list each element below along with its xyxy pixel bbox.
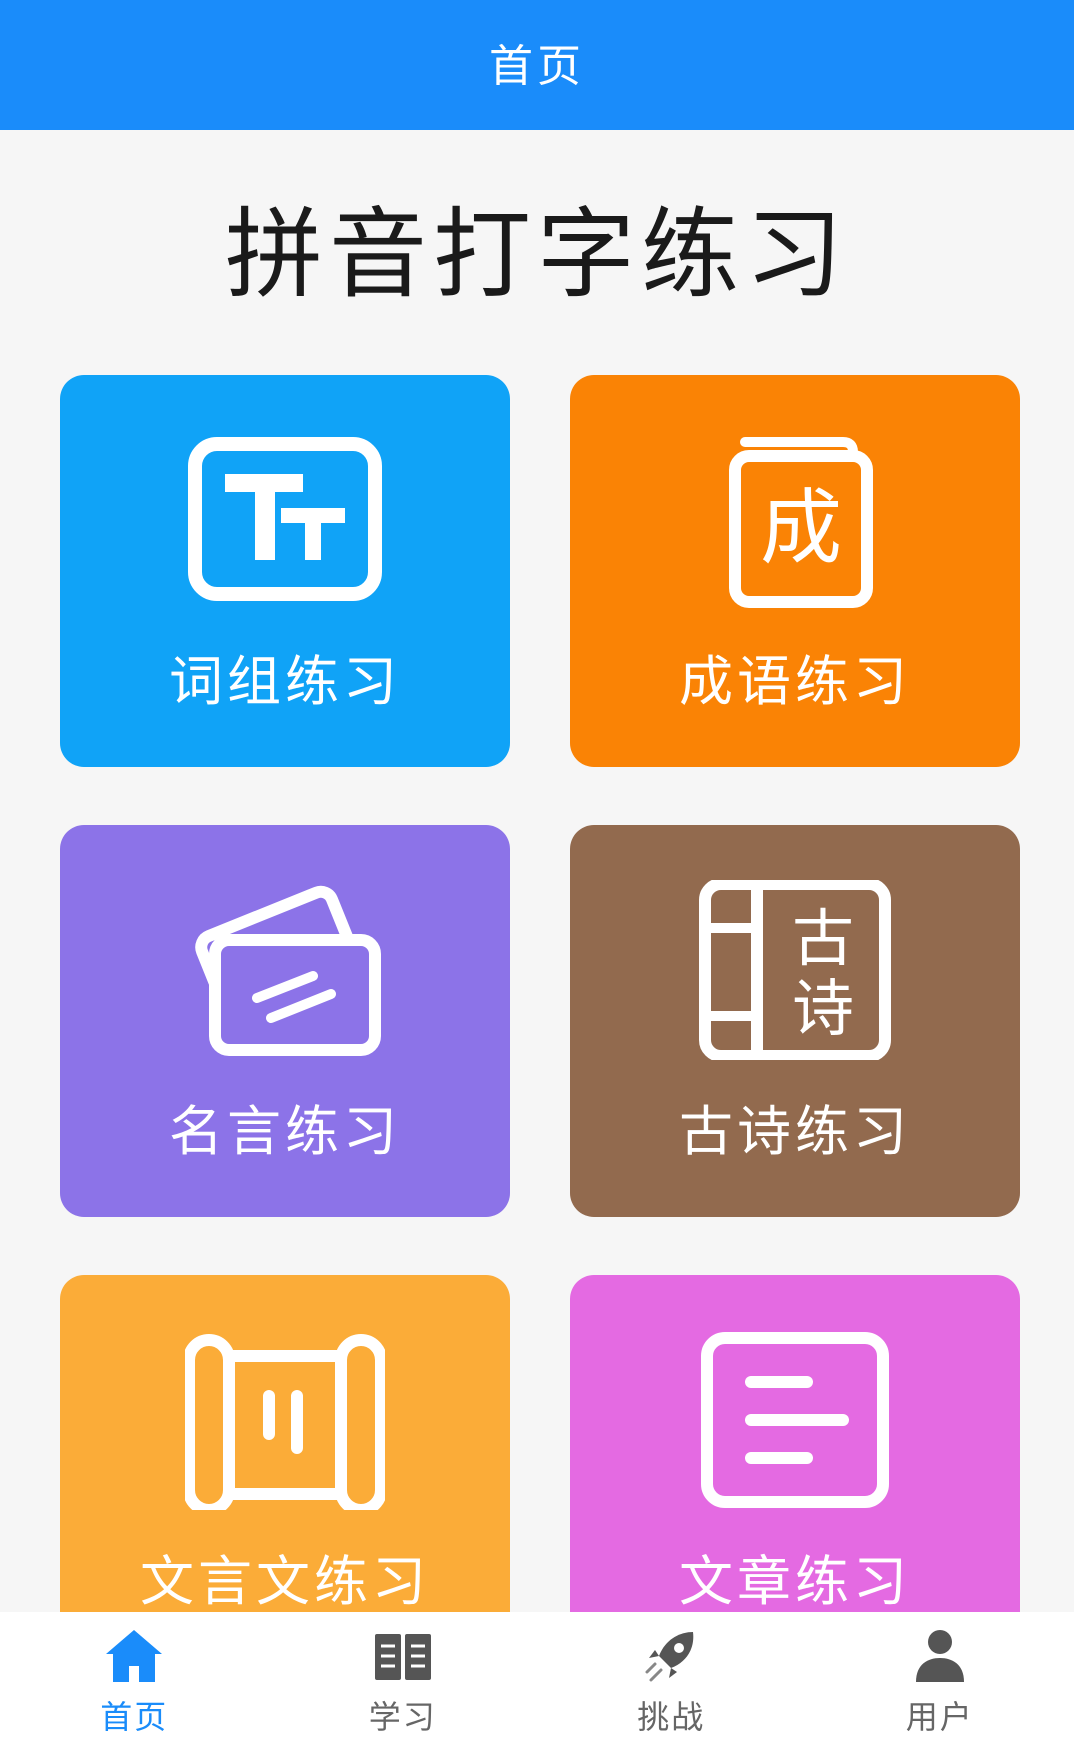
tile-label: 文言文练习 xyxy=(140,1550,430,1613)
tile-article-practice[interactable]: 文章练习 xyxy=(570,1275,1020,1667)
tab-label: 挑战 xyxy=(637,1698,706,1736)
poem-glyph-top: 古 xyxy=(792,902,854,975)
idiom-glyph: 成 xyxy=(760,481,842,576)
bottom-tab-bar: 首页 学习 挑战 用户 xyxy=(0,1612,1074,1742)
tab-study[interactable]: 学习 xyxy=(269,1612,538,1742)
tile-phrase-practice[interactable]: 词组练习 xyxy=(60,375,510,767)
app-root: 首页 拼音打字练习 词组练习 成 成语练习 名言练习 古 诗 古诗练习 文言文练… xyxy=(0,0,1074,1742)
idiom-book-icon: 成 xyxy=(729,437,873,608)
tile-classical-practice[interactable]: 文言文练习 xyxy=(60,1275,510,1667)
tab-user[interactable]: 用户 xyxy=(806,1612,1074,1742)
tile-label: 成语练习 xyxy=(679,650,911,713)
user-icon xyxy=(915,1630,964,1682)
tile-quote-practice[interactable]: 名言练习 xyxy=(60,825,510,1217)
tile-label: 古诗练习 xyxy=(679,1100,911,1163)
tab-label: 首页 xyxy=(100,1698,169,1736)
rocket-icon xyxy=(645,1632,694,1682)
home-icon xyxy=(106,1630,163,1682)
tile-label: 名言练习 xyxy=(169,1100,401,1163)
tile-poem-practice[interactable]: 古 诗 古诗练习 xyxy=(570,825,1020,1217)
cards-icon xyxy=(195,885,381,1056)
book-icon xyxy=(374,1634,431,1680)
poem-glyph-bottom: 诗 xyxy=(792,972,854,1045)
document-icon xyxy=(701,1332,889,1508)
practice-grid: 词组练习 成 成语练习 名言练习 古 诗 古诗练习 文言文练习 文章练习 xyxy=(0,0,1074,1742)
poem-book-icon: 古 诗 xyxy=(699,880,891,1060)
tab-label: 用户 xyxy=(905,1698,974,1736)
tab-label: 学习 xyxy=(368,1698,437,1736)
tab-challenge[interactable]: 挑战 xyxy=(537,1612,806,1742)
scroll-icon xyxy=(185,1334,385,1510)
tile-idiom-practice[interactable]: 成 成语练习 xyxy=(570,375,1020,767)
tab-home[interactable]: 首页 xyxy=(0,1612,269,1742)
text-size-icon xyxy=(188,437,382,601)
tile-label: 文章练习 xyxy=(679,1550,911,1613)
tile-label: 词组练习 xyxy=(169,650,401,713)
